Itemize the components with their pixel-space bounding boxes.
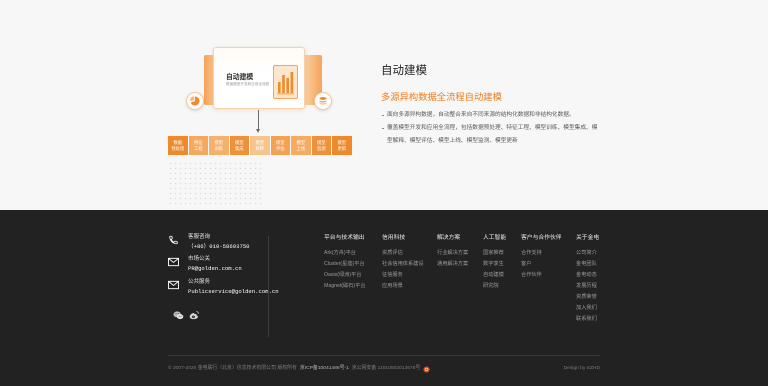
footer-link[interactable]: 社会信用体系建设 [382, 259, 424, 270]
contact-customer-service: 客服咨询 （+86）010-58693750 [168, 233, 268, 253]
process-step: 模型 上线 [291, 136, 311, 155]
step-line: 更新 [337, 145, 347, 151]
column-title: 平台与技术输出 [324, 235, 365, 241]
stack-icon [314, 92, 332, 110]
pie-chart-icon [186, 92, 204, 110]
footer-link[interactable]: 联系我们 [576, 314, 599, 325]
column-title: 人工智能 [483, 235, 507, 241]
footer-column-about: 关于金电 公司简介 金电团队 金电动态 发展历程 资质荣誉 加入我们 联系我们 [576, 234, 599, 325]
copyright: © 2007-2020 金电联行（北京）信息技术有限公司 版权所有 京ICP备1… [168, 365, 430, 373]
process-step: 模型 评估 [270, 136, 290, 155]
step-line: 评估 [275, 145, 285, 151]
footer-link[interactable]: Magnet(磁石)平台 [324, 281, 366, 292]
bullet-dot-icon [381, 109, 387, 122]
process-step: 数据 预处理 [168, 136, 188, 155]
footer-column-partners: 客户与合作伙伴 合作支持 客户 合作伙伴 [521, 234, 562, 281]
design-credit: Design by SZHD [563, 366, 600, 371]
contact-label: 公共服务 [188, 279, 211, 285]
footer-link[interactable]: 研究院 [483, 281, 506, 292]
process-step: 特征 工程 [188, 136, 208, 155]
footer-column-ai: 人工智能 国家推荐 数字孪生 自动建模 研究院 [483, 234, 506, 292]
footer-link[interactable]: 应用场景 [382, 281, 424, 292]
flow-arrow-head [256, 129, 260, 133]
footer-link[interactable]: 数字孪生 [483, 259, 506, 270]
feature-subtitle: 多源异构数据全流程自动建模 [381, 92, 502, 102]
footer-link[interactable]: Cluster(星座)平台 [324, 259, 366, 270]
illustration-card: 自动建模 覆盖模型开发和应用全流程 [213, 47, 305, 109]
footer-link[interactable]: 资质评估 [382, 248, 424, 259]
step-line: 预处理 [171, 145, 185, 151]
footer-column-solutions: 解决方案 行业解决方案 通用解决方案 [437, 234, 468, 270]
footer-link[interactable]: Oasis(绿洲)平台 [324, 270, 366, 281]
process-step: 模型 解释 [250, 136, 270, 155]
step-line: 监测 [316, 145, 326, 151]
process-step: 模型 更新 [332, 136, 352, 155]
police-record-link[interactable]: 京公网安备 11010502013676号 [352, 365, 420, 373]
feature-title: 自动建模 [381, 65, 427, 77]
card-subtitle: 覆盖模型开发和应用全流程 [226, 82, 270, 86]
bullet-item: 面向多源异构数据，自动整合来自不同来源的结构化数据和非结构化数据。 [381, 109, 603, 122]
weibo-icon[interactable] [189, 310, 200, 321]
step-line: 训练 [214, 145, 224, 151]
contact-email[interactable]: Publicservice@golden.com.cn [188, 288, 279, 296]
footer-link[interactable]: 资质荣誉 [576, 292, 599, 303]
column-title: 关于金电 [576, 235, 600, 241]
footer-horizontal-divider [168, 355, 600, 356]
wechat-icon[interactable] [173, 310, 184, 321]
footer-link[interactable]: 加入我们 [576, 303, 599, 314]
contact-email[interactable]: PR@golden.com.cn [188, 265, 242, 273]
step-line: 上线 [296, 145, 306, 151]
footer-link[interactable]: 征信服务 [382, 270, 424, 281]
footer-link[interactable]: 公司简介 [576, 248, 599, 259]
footer-link[interactable]: 金电动态 [576, 270, 599, 281]
footer-link[interactable]: 客户 [521, 259, 562, 270]
process-step: 模型 监测 [311, 136, 331, 155]
step-line: 工程 [193, 145, 203, 151]
contact-pr: 市场公关 PR@golden.com.cn [168, 255, 268, 275]
police-badge-icon [423, 365, 430, 373]
bullet-dot-icon [381, 122, 387, 148]
footer-link[interactable]: 金电团队 [576, 259, 599, 270]
process-steps: 数据 预处理 特征 工程 模型 训练 模型 集成 模型 解释 模型 评估 模型 上线 模型 监测… [168, 136, 352, 155]
step-line: 解释 [255, 145, 265, 151]
feature-section: 自动建模 覆盖模型开发和应用全流程 数据 预处理 特征 工程 模型 训练 模型 … [0, 0, 768, 210]
process-step: 模型 集成 [229, 136, 249, 155]
flow-arrow-line [258, 110, 259, 130]
footer-link[interactable]: 国家推荐 [483, 248, 506, 259]
bullet-item: 覆盖模型开发和应用全流程，包括数据预处理、特征工程、模型训练、模型集成、模型解释… [381, 122, 603, 148]
process-step: 模型 训练 [209, 136, 229, 155]
column-title: 解决方案 [437, 235, 461, 241]
bullet-text: 覆盖模型开发和应用全流程，包括数据预处理、特征工程、模型训练、模型集成、模型解释… [387, 125, 598, 144]
phone-icon [169, 235, 178, 245]
bullet-text: 面向多源异构数据，自动整合来自不同来源的结构化数据和非结构化数据。 [387, 112, 575, 118]
footer-link[interactable]: Ark(方舟)平台 [324, 248, 366, 259]
footer-column-credit-tech: 信用科技 资质评估 社会信用体系建设 征信服务 应用场景 [382, 234, 424, 292]
contact-public-service: 公共服务 Publicservice@golden.com.cn [168, 278, 279, 298]
footer-link[interactable]: 通用解决方案 [437, 259, 468, 270]
column-title: 客户与合作伙伴 [521, 235, 562, 241]
footer-link[interactable]: 合作伙伴 [521, 270, 562, 281]
contact-label: 市场公关 [188, 256, 211, 262]
icp-link[interactable]: 京ICP备10041486号-1 [300, 365, 349, 373]
footer-link[interactable]: 行业解决方案 [437, 248, 468, 259]
footer-column-platform: 平台与技术输出 Ark(方舟)平台 Cluster(星座)平台 Oasis(绿洲… [324, 234, 366, 292]
footer-link[interactable]: 合作支持 [521, 248, 562, 259]
mail-icon [168, 280, 179, 290]
footer-link[interactable]: 自动建模 [483, 270, 506, 281]
mail-icon [168, 257, 179, 267]
step-line: 集成 [234, 145, 244, 151]
decorative-dot-grid [168, 161, 263, 206]
footer-link[interactable]: 发展历程 [576, 281, 599, 292]
footer-vertical-divider [268, 236, 269, 337]
contact-label: 客服咨询 [188, 234, 211, 240]
bar-chart-icon [273, 65, 298, 99]
column-title: 信用科技 [382, 235, 406, 241]
card-title: 自动建模 [226, 74, 254, 81]
feature-bullets: 面向多源异构数据，自动整合来自不同来源的结构化数据和非结构化数据。 覆盖模型开发… [381, 109, 603, 148]
copyright-text: © 2007-2020 金电联行（北京）信息技术有限公司 版权所有 [168, 366, 297, 371]
contact-phone: （+86）010-58693750 [188, 243, 250, 250]
